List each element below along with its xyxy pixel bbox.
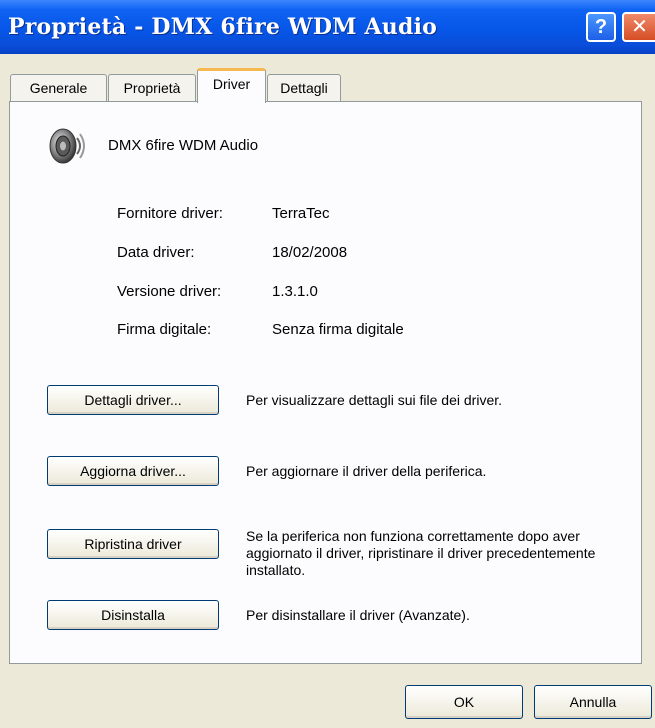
tab-strip: Generale Proprietà Driver Dettagli [0,66,655,103]
provider-value: TerraTec [272,205,330,222]
date-label: Data driver: [117,244,195,261]
update-driver-description: Per aggiornare il driver della periferic… [246,463,487,479]
window-title: Proprietà - DMX 6fire WDM Audio [8,14,438,40]
version-value: 1.3.1.0 [272,283,318,300]
rollback-driver-description: Se la periferica non funziona correttame… [246,528,596,578]
tab-dettagli[interactable]: Dettagli [267,74,341,102]
rollback-driver-button[interactable]: Ripristina driver [47,529,219,559]
close-button[interactable]: ✕ [622,12,655,42]
tab-proprieta[interactable]: Proprietà [108,74,196,102]
update-driver-button[interactable]: Aggiorna driver... [47,456,219,486]
help-button[interactable]: ? [586,12,616,42]
tab-driver[interactable]: Driver [197,68,266,103]
driver-tab-panel: DMX 6fire WDM Audio Fornitore driver: Te… [9,101,642,664]
ok-button[interactable]: OK [405,685,523,719]
date-value: 18/02/2008 [272,244,348,261]
version-label: Versione driver: [117,283,222,300]
device-name: DMX 6fire WDM Audio [108,137,259,154]
signature-label: Firma digitale: [117,321,212,338]
speaker-icon [49,128,85,164]
provider-label: Fornitore driver: [117,205,223,222]
help-icon: ? [594,16,608,38]
close-icon: ✕ [631,16,648,38]
tab-generale[interactable]: Generale [10,74,107,102]
signature-value: Senza firma digitale [272,321,404,338]
uninstall-description: Per disinstallare il driver (Avanzate). [246,607,470,623]
uninstall-button[interactable]: Disinstalla [47,600,219,630]
title-bar[interactable]: Proprietà - DMX 6fire WDM Audio ? ✕ [0,0,655,54]
driver-details-button[interactable]: Dettagli driver... [47,385,219,415]
driver-details-description: Per visualizzare dettagli sui file dei d… [246,392,503,408]
properties-dialog: Proprietà - DMX 6fire WDM Audio ? ✕ Gene… [0,0,655,728]
cancel-button[interactable]: Annulla [534,685,652,719]
